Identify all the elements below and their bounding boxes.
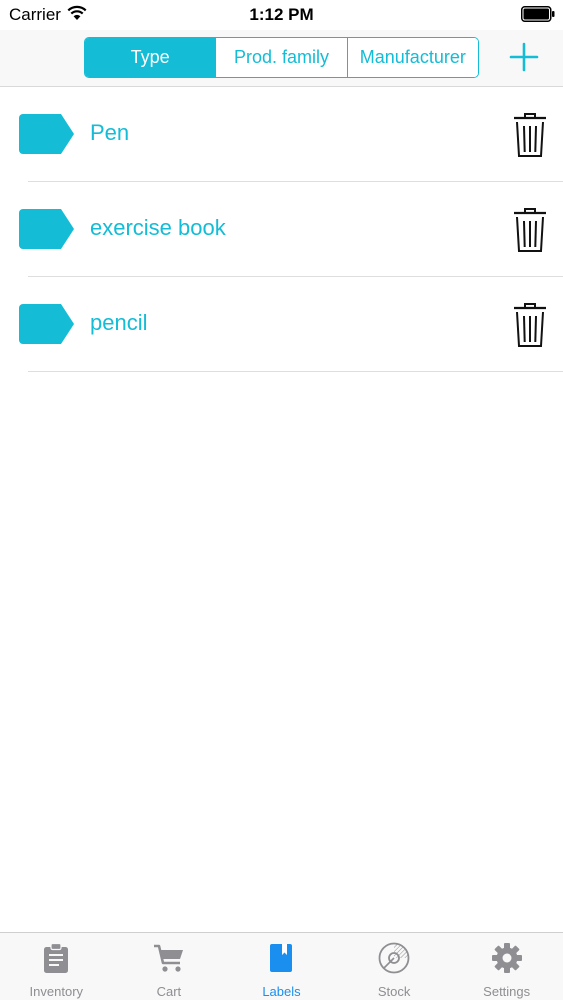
trash-icon[interactable] bbox=[513, 207, 547, 253]
tab-cart[interactable]: Cart bbox=[113, 933, 226, 1000]
label-name: pencil bbox=[90, 310, 148, 335]
list-item[interactable]: exercise book bbox=[0, 182, 563, 277]
plus-icon[interactable] bbox=[508, 41, 540, 73]
navigation-bar: Type Prod. family Manufacturer bbox=[0, 30, 563, 87]
book-icon bbox=[270, 944, 293, 972]
label-type-segmented-control: Type Prod. family Manufacturer bbox=[84, 37, 479, 78]
label-list: Pen exercise book pencil bbox=[0, 87, 563, 372]
row-divider bbox=[28, 371, 563, 372]
tag-icon bbox=[19, 114, 74, 154]
segment-manufacturer-label: Manufacturer bbox=[359, 47, 466, 67]
label-name: Pen bbox=[90, 120, 130, 145]
tab-settings[interactable]: Settings bbox=[450, 933, 563, 1000]
tab-stock-label: Stock bbox=[377, 984, 411, 999]
status-bar: Carrier 1:12 PM bbox=[0, 0, 563, 30]
battery-icon bbox=[521, 6, 555, 22]
trash-icon[interactable] bbox=[513, 302, 547, 348]
list-item[interactable]: pencil bbox=[0, 277, 563, 372]
segment-manufacturer[interactable]: Manufacturer bbox=[346, 38, 478, 77]
label-name: exercise book bbox=[90, 215, 226, 240]
pie-chart-icon bbox=[378, 942, 410, 974]
segment-prod-family[interactable]: Prod. family bbox=[215, 38, 347, 77]
segment-prod-family-label: Prod. family bbox=[233, 47, 329, 67]
tag-icon bbox=[19, 304, 74, 344]
tab-labels[interactable]: Labels bbox=[225, 933, 338, 1000]
tab-stock[interactable]: Stock bbox=[338, 933, 451, 1000]
trash-icon[interactable] bbox=[513, 112, 547, 158]
tag-icon bbox=[19, 209, 74, 249]
list-item[interactable]: Pen bbox=[0, 87, 563, 182]
segment-type-label: Type bbox=[130, 47, 170, 67]
tab-bar: Inventory Cart Labels Stock Settings bbox=[0, 932, 563, 1000]
tab-cart-label: Cart bbox=[156, 984, 182, 999]
segment-type[interactable]: Type bbox=[85, 38, 216, 77]
clipboard-icon bbox=[44, 942, 69, 973]
tab-inventory-label: Inventory bbox=[29, 984, 84, 999]
gear-icon bbox=[491, 943, 522, 973]
tab-inventory[interactable]: Inventory bbox=[0, 933, 113, 1000]
tab-settings-label: Settings bbox=[483, 984, 531, 999]
tab-labels-label: Labels bbox=[262, 984, 301, 999]
cart-icon bbox=[153, 944, 183, 972]
status-time: 1:12 PM bbox=[249, 5, 314, 24]
